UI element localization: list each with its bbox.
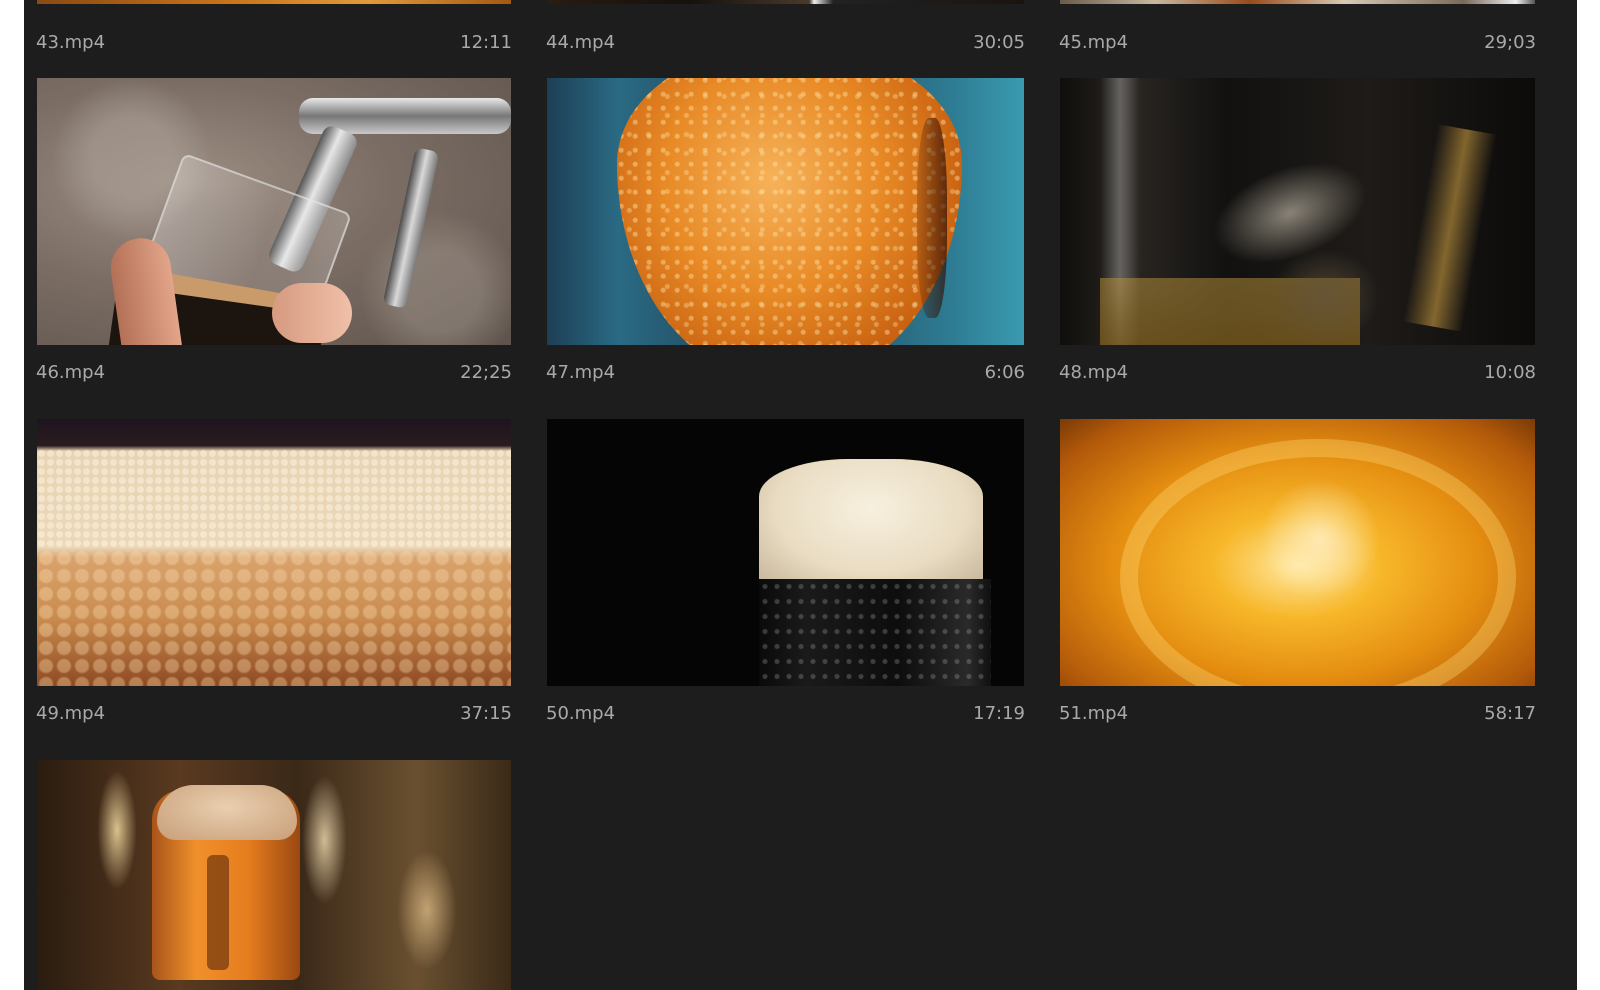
clip-name: 47.mp4 (546, 362, 616, 383)
clip-name: 49.mp4 (36, 703, 106, 724)
clip-duration: 29;03 (1484, 32, 1536, 53)
clip-tile[interactable]: 45.mp4 29;03 (1059, 0, 1536, 53)
clip-tile[interactable]: 51.mp4 58:17 (1059, 419, 1536, 724)
clip-thumbnail[interactable] (1060, 419, 1535, 686)
clip-duration: 6:06 (984, 362, 1025, 383)
clip-thumbnail[interactable] (37, 419, 511, 686)
clip-tile[interactable]: 49.mp4 37:15 (36, 419, 512, 724)
clip-thumbnail[interactable] (37, 760, 511, 990)
clip-thumbnail[interactable] (37, 0, 511, 4)
clip-thumbnail[interactable] (1060, 78, 1535, 345)
clip-name: 43.mp4 (36, 32, 106, 53)
clip-duration: 10:08 (1484, 362, 1536, 383)
clip-thumbnail[interactable] (547, 419, 1024, 686)
clip-duration: 30:05 (973, 32, 1025, 53)
clip-duration: 37:15 (460, 703, 512, 724)
clip-tile[interactable]: 46.mp4 22;25 (36, 78, 512, 383)
clip-tile[interactable]: 47.mp4 6:06 (546, 78, 1025, 383)
clip-duration: 12:11 (460, 32, 512, 53)
clip-duration: 22;25 (460, 362, 512, 383)
clip-thumbnail[interactable] (547, 0, 1024, 4)
clip-name: 44.mp4 (546, 32, 616, 53)
clip-name: 46.mp4 (36, 362, 106, 383)
media-browser-panel: 43.mp4 12:11 44.mp4 30:05 45.mp4 29;03 4… (24, 0, 1577, 990)
clip-name: 51.mp4 (1059, 703, 1129, 724)
clip-name: 50.mp4 (546, 703, 616, 724)
clip-tile[interactable]: 48.mp4 10:08 (1059, 78, 1536, 383)
clip-thumbnail[interactable] (1060, 0, 1535, 4)
clip-name: 48.mp4 (1059, 362, 1129, 383)
clip-duration: 58:17 (1484, 703, 1536, 724)
clip-tile[interactable]: 50.mp4 17:19 (546, 419, 1025, 724)
clip-tile[interactable]: 44.mp4 30:05 (546, 0, 1025, 53)
clip-tile[interactable]: 43.mp4 12:11 (36, 0, 512, 53)
clip-thumbnail[interactable] (547, 78, 1024, 345)
clip-thumbnail[interactable] (37, 78, 511, 345)
clip-tile[interactable] (37, 760, 511, 990)
clip-duration: 17:19 (973, 703, 1025, 724)
clip-name: 45.mp4 (1059, 32, 1129, 53)
